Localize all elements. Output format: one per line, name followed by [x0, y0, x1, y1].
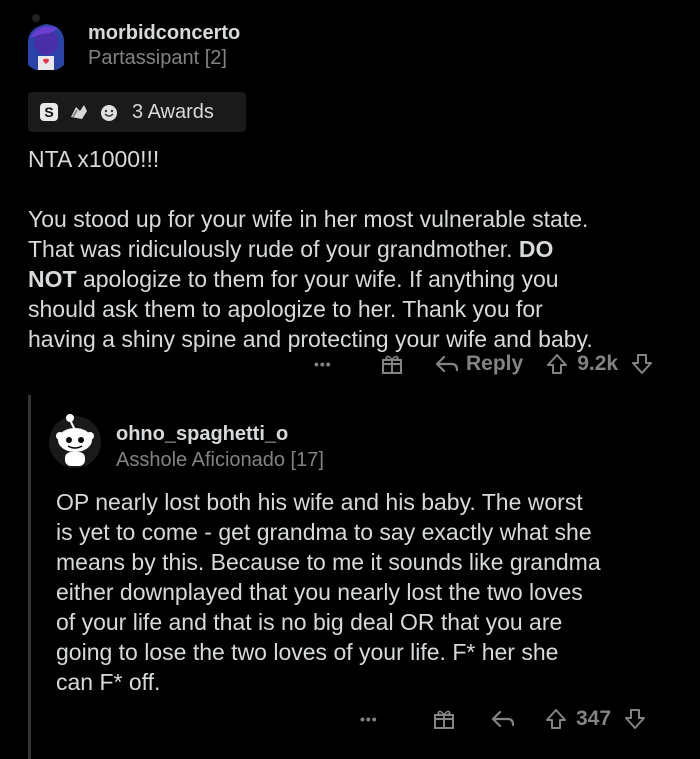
comment-line: means by this. Because to me it sounds l…: [56, 549, 601, 575]
user-flair: Asshole Aficionado [17]: [116, 449, 324, 471]
thread-line[interactable]: [28, 395, 31, 759]
username[interactable]: ohno_spaghetti_o: [116, 423, 288, 446]
awards-count-label: 3 Awards: [132, 100, 214, 123]
comment-line: having a shiny spine and protecting your…: [28, 326, 593, 352]
comment-body: NTA x1000!!! You stood up for your wife …: [28, 144, 593, 354]
comment-line: NOT apologize to them for your wife. If …: [28, 266, 559, 292]
comment-line: That was ridiculously rude of your grand…: [28, 236, 554, 262]
gift-icon: [382, 355, 402, 374]
comment-line: can F* off.: [56, 669, 161, 695]
downvote-arrow-icon: [625, 709, 646, 729]
comment-actions: ••• 347: [360, 707, 647, 731]
more-options-button[interactable]: •••: [314, 356, 362, 372]
award-button[interactable]: [380, 352, 404, 376]
comment-line: is yet to come - get grandma to say exac…: [56, 519, 592, 545]
reply-icon: [435, 355, 459, 373]
hands-award-icon: [68, 101, 90, 123]
vote-score: 9.2k: [577, 352, 619, 375]
upvote-arrow-icon: [547, 354, 568, 374]
upvote-button[interactable]: [544, 707, 568, 731]
username[interactable]: morbidconcerto: [88, 22, 240, 45]
vote-score: 347: [576, 707, 612, 730]
upvote-arrow-icon: [546, 709, 566, 729]
downvote-button[interactable]: [623, 707, 647, 731]
comment-line: OP nearly lost both his wife and his bab…: [56, 489, 583, 515]
comment-actions: ••• Reply 9.2k: [314, 352, 654, 376]
comment-line: You stood up for your wife in her most v…: [28, 206, 589, 232]
user-flair: Partassipant [2]: [88, 47, 227, 69]
upvote-button[interactable]: [545, 352, 569, 376]
reply-label: Reply: [466, 352, 524, 375]
downvote-button[interactable]: [630, 352, 654, 376]
silver-award-icon: S: [38, 101, 60, 123]
comment-line: should ask them to apologize to her. Tha…: [28, 296, 543, 322]
reply-button[interactable]: [490, 708, 516, 730]
gift-icon: [434, 710, 454, 729]
comment-line: either downplayed that you nearly lost t…: [56, 579, 583, 605]
reply-button[interactable]: Reply: [434, 352, 523, 376]
avatar[interactable]: [48, 412, 102, 470]
comment-line: going to lose the two loves of your life…: [56, 639, 559, 665]
reply-icon: [491, 710, 515, 728]
award-button[interactable]: [432, 707, 456, 731]
downvote-arrow-icon: [632, 354, 653, 374]
avatar[interactable]: [18, 12, 74, 72]
awards-bar[interactable]: S 3 Awards: [28, 92, 246, 132]
more-options-button[interactable]: •••: [360, 711, 408, 727]
svg-text:S: S: [44, 104, 53, 120]
comment-line: NTA x1000!!!: [28, 146, 160, 172]
wholesome-award-icon: [98, 101, 120, 123]
comment-line: of your life and that is no big deal OR …: [56, 609, 563, 635]
comment-body: OP nearly lost both his wife and his bab…: [56, 487, 601, 697]
